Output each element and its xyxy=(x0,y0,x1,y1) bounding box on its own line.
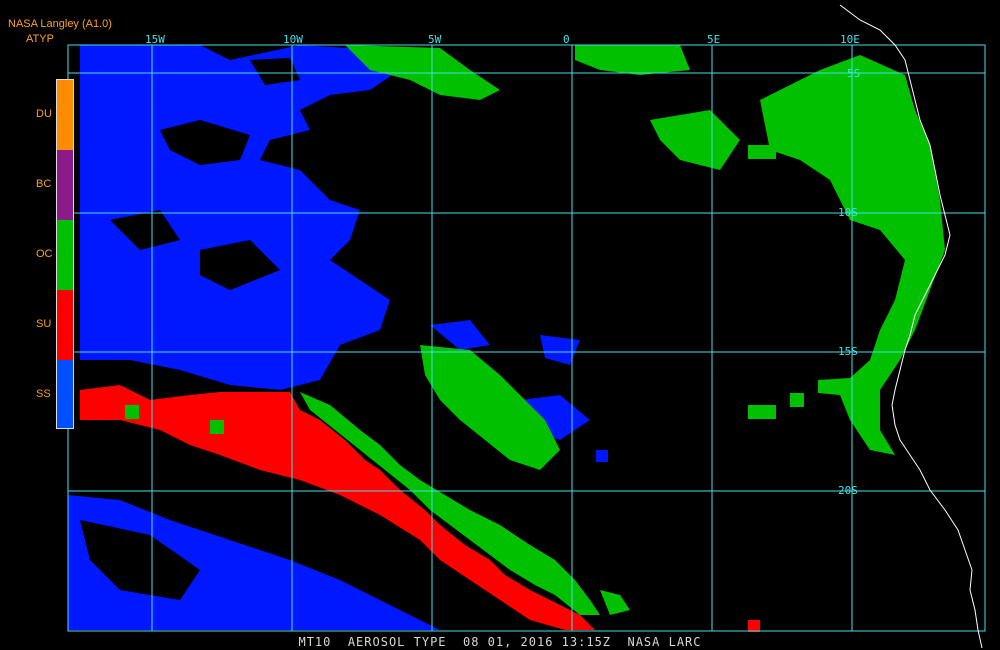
legend-label-su: SU xyxy=(36,318,52,330)
product-label: ATYP xyxy=(26,33,54,45)
aerosol-type-legend xyxy=(56,79,74,429)
legend-swatch-du xyxy=(57,80,73,150)
lat-label-15s: 15S xyxy=(838,345,858,358)
legend-swatch-oc xyxy=(57,220,73,290)
lon-label-5e: 5E xyxy=(707,33,721,46)
legend-label-bc: BC xyxy=(36,178,52,190)
lon-label-0: 0 xyxy=(563,33,570,46)
lon-label-10w: 10W xyxy=(283,33,303,46)
lat-label-5s: 5S xyxy=(847,67,861,80)
legend-label-du: DU xyxy=(36,108,52,120)
legend-swatch-ss xyxy=(57,360,73,428)
source-label: NASA Langley (A1.0) xyxy=(8,18,112,30)
lat-label-20s: 20S xyxy=(838,484,858,497)
legend-label-oc: OC xyxy=(36,248,53,260)
lat-label-10s: 10S xyxy=(838,206,858,219)
legend-label-ss: SS xyxy=(36,388,51,400)
aerosol-type-map xyxy=(0,0,1000,650)
map-caption: MT10 AEROSOL TYPE 08 01, 2016 13:15Z NAS… xyxy=(298,635,702,649)
lon-label-10e: 10E xyxy=(840,33,860,46)
lon-label-15w: 15W xyxy=(145,33,165,46)
legend-swatch-bc xyxy=(57,150,73,220)
lon-label-5w: 5W xyxy=(428,33,442,46)
legend-swatch-su xyxy=(57,290,73,360)
